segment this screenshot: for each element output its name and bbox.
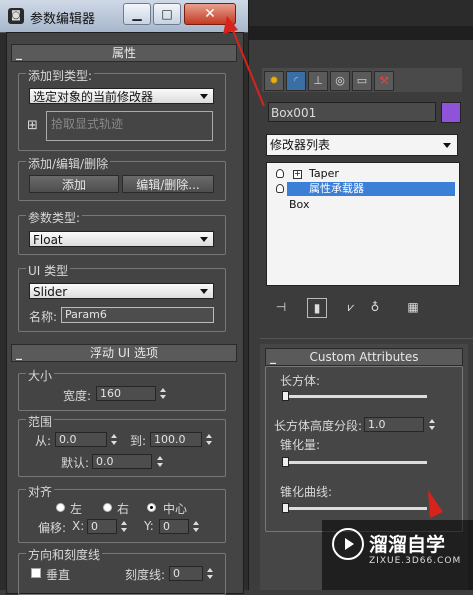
annotation-arrows (223, 16, 443, 518)
annotation-arrow-slider (428, 490, 443, 518)
annotation-arrow-close (223, 16, 265, 107)
